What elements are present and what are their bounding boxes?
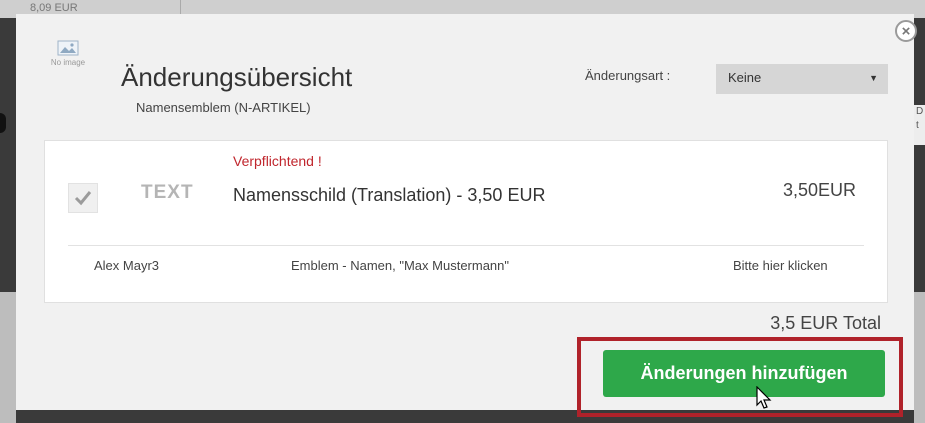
card-divider (68, 245, 864, 246)
item-checkbox[interactable] (68, 183, 98, 213)
text-type-icon: TEXT (141, 182, 194, 203)
total-price: 3,5 EUR Total (770, 313, 881, 333)
background-arrow-icon (0, 113, 6, 133)
background-strip-right (914, 292, 925, 423)
image-placeholder-icon (57, 40, 79, 56)
background-side-text: D t (914, 105, 925, 145)
click-here-link[interactable]: Bitte hier klicken (733, 258, 828, 273)
mandatory-label: Verpflichtend ! (233, 153, 322, 169)
close-icon[interactable]: × (895, 20, 917, 42)
background-price-text: 8,09 EUR (30, 2, 78, 14)
item-name: Namensschild (Translation) - 3,50 EUR (233, 185, 546, 205)
background-strip-left (0, 292, 16, 423)
product-image-placeholder: No image (40, 40, 96, 67)
change-type-value: Keine (728, 70, 762, 85)
person-name: Alex Mayr3 (94, 258, 160, 273)
dropdown-arrow-icon: ▼ (869, 73, 878, 83)
item-price: 3,50EUR (782, 180, 856, 200)
no-image-label: No image (50, 58, 86, 67)
emblem-text: Emblem - Namen, "Max Mustermann" (291, 258, 510, 273)
highlight-frame (577, 337, 903, 417)
product-subtitle: Namensemblem (N-ARTIKEL) (136, 100, 311, 115)
mouse-cursor-icon (756, 386, 772, 409)
checkmark-icon (74, 191, 92, 206)
change-type-label: Änderungsart : (585, 68, 671, 83)
change-type-select[interactable]: Keine ▼ (716, 64, 888, 94)
modal-title: Änderungsübersicht (121, 62, 353, 92)
change-item-card (44, 140, 888, 303)
